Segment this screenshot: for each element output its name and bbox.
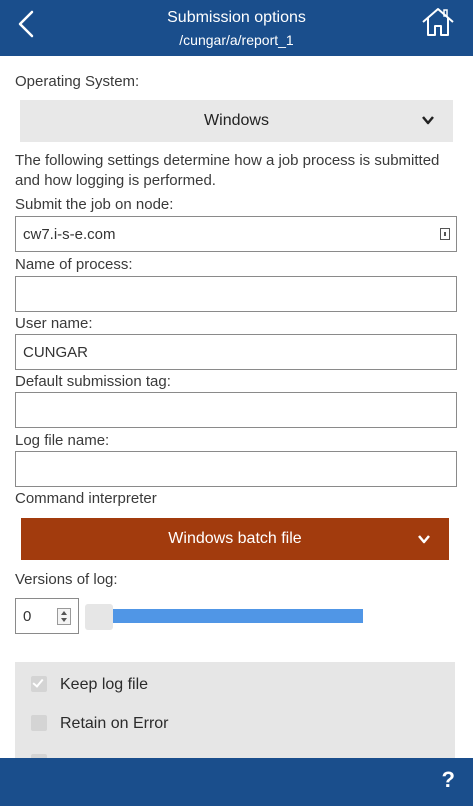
os-label: Operating System: bbox=[15, 73, 140, 90]
user-field-value: CUNGAR bbox=[23, 344, 89, 361]
help-text: The following settings determine how a j… bbox=[15, 152, 440, 189]
app-footer: ? bbox=[0, 758, 473, 806]
lookup-icon[interactable] bbox=[440, 228, 450, 240]
node-field-value: cw7.i-s-e.com bbox=[23, 226, 116, 243]
versions-slider-thumb[interactable] bbox=[85, 604, 113, 630]
app-header: Submission options /cungar/a/report_1 bbox=[0, 0, 473, 56]
checkmark-icon bbox=[32, 676, 44, 688]
interpreter-label: Command interpreter bbox=[15, 490, 157, 507]
page-title: Submission options bbox=[167, 9, 306, 26]
chevron-down-icon bbox=[422, 116, 434, 125]
versions-slider-track[interactable] bbox=[113, 609, 363, 623]
process-field[interactable] bbox=[15, 276, 457, 312]
versions-stepper-value: 0 bbox=[23, 608, 32, 625]
keep-log-label[interactable]: Keep log file bbox=[60, 676, 148, 694]
user-field[interactable]: CUNGAR bbox=[15, 334, 457, 370]
versions-stepper[interactable]: 0 bbox=[15, 598, 79, 634]
page-path: /cungar/a/report_1 bbox=[179, 32, 294, 48]
home-icon[interactable] bbox=[421, 6, 455, 38]
keep-log-checkbox[interactable] bbox=[31, 676, 47, 692]
os-select-value: Windows bbox=[204, 112, 269, 129]
node-label: Submit the job on node: bbox=[15, 196, 174, 213]
os-select[interactable]: Windows bbox=[20, 100, 453, 142]
logfile-label: Log file name: bbox=[15, 432, 110, 449]
tag-label: Default submission tag: bbox=[15, 373, 171, 390]
chevron-left-icon[interactable] bbox=[14, 9, 42, 39]
node-field[interactable]: cw7.i-s-e.com bbox=[15, 216, 457, 252]
options-panel: Keep log file Retain on Error bbox=[15, 662, 455, 758]
help-icon[interactable]: ? bbox=[442, 767, 455, 793]
user-label: User name: bbox=[15, 315, 93, 332]
process-label: Name of process: bbox=[15, 256, 133, 273]
versions-label: Versions of log: bbox=[15, 571, 118, 588]
tag-field[interactable] bbox=[15, 392, 457, 428]
interpreter-select[interactable]: Windows batch file bbox=[21, 518, 449, 560]
retain-error-label[interactable]: Retain on Error bbox=[60, 715, 169, 733]
form-content: Operating System: Windows The following … bbox=[0, 56, 473, 758]
stepper-arrows-icon[interactable] bbox=[57, 608, 71, 625]
retain-error-checkbox[interactable] bbox=[31, 715, 47, 731]
chevron-down-icon bbox=[418, 535, 430, 544]
interpreter-select-value: Windows batch file bbox=[168, 530, 302, 547]
logfile-field[interactable] bbox=[15, 451, 457, 487]
